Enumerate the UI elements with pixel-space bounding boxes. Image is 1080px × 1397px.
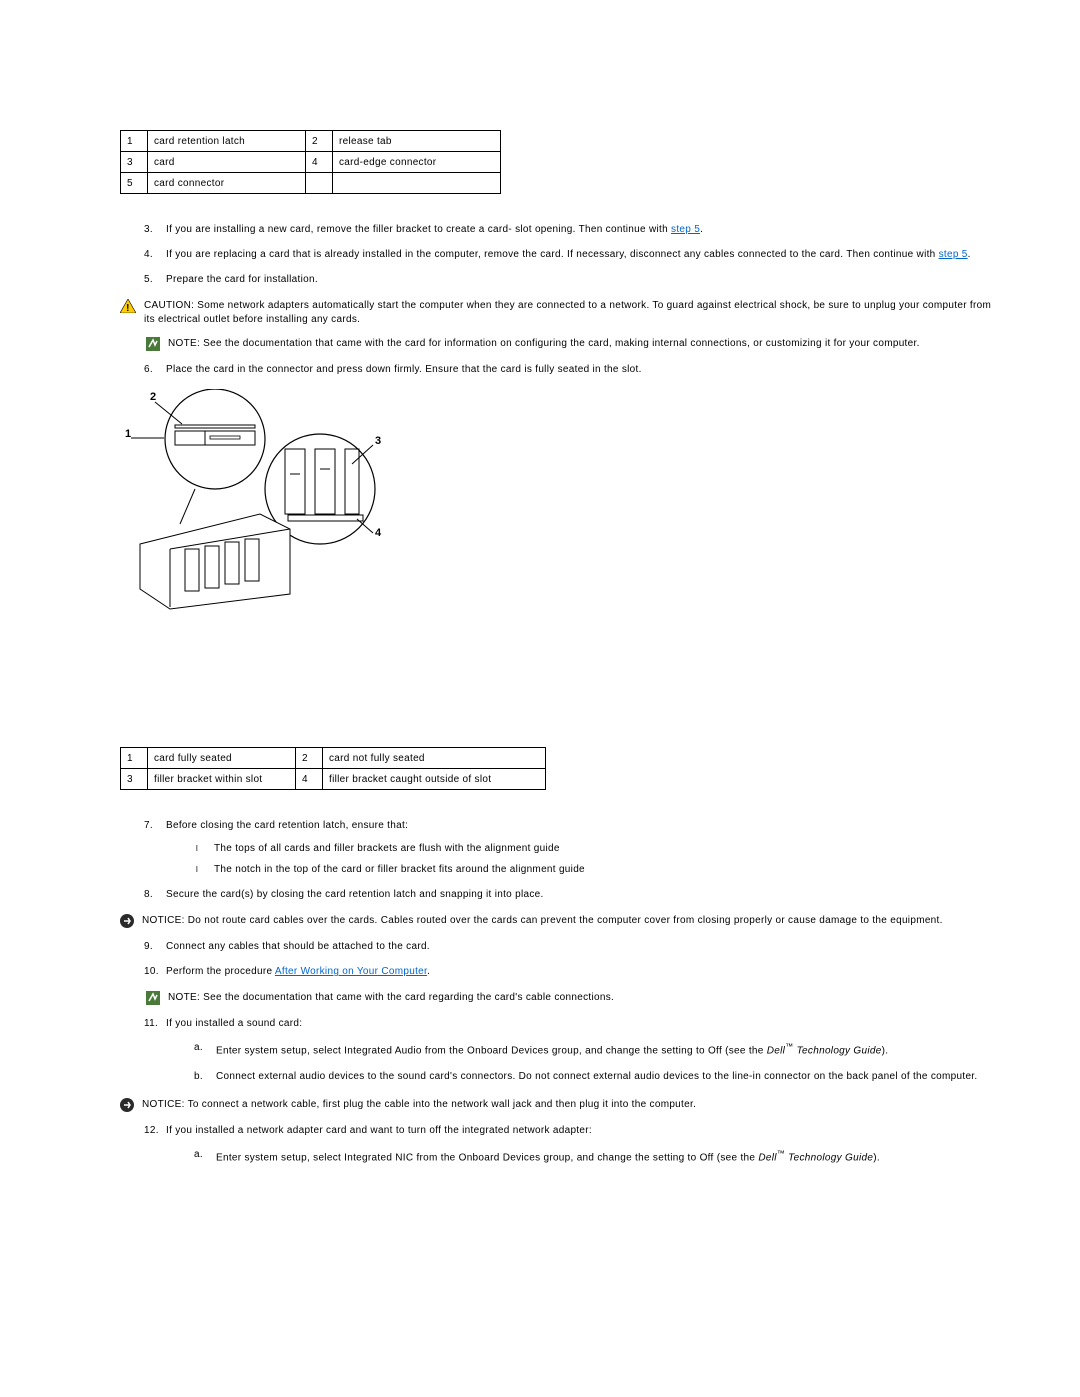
link-step5[interactable]: step 5 — [939, 249, 968, 260]
notice-label: NOTICE: — [142, 915, 185, 926]
card-seating-figure: 2 1 3 4 — [120, 389, 1020, 617]
cell: card-edge connector — [333, 152, 501, 173]
note-icon — [146, 991, 160, 1008]
step-text: If you installed a network adapter card … — [166, 1125, 592, 1136]
step-text: . — [427, 966, 430, 977]
steps-list-e: If you installed a sound card: Enter sys… — [120, 1018, 1020, 1084]
step-4: If you are replacing a card that is alre… — [144, 249, 1020, 260]
step-11: If you installed a sound card: Enter sys… — [144, 1018, 1020, 1084]
cell: 3 — [121, 152, 148, 173]
cell: card retention latch — [148, 131, 306, 152]
note-label: NOTE: — [168, 992, 200, 1003]
step-5: Prepare the card for installation. — [144, 274, 1020, 285]
step-11b: Connect external audio devices to the so… — [194, 1070, 1020, 1084]
caution-label: CAUTION: — [144, 300, 194, 311]
link-after-working[interactable]: After Working on Your Computer — [275, 966, 427, 977]
fig-label-1: 1 — [125, 428, 131, 440]
cell: filler bracket within slot — [148, 769, 296, 790]
text-italic: Dell — [758, 1153, 776, 1164]
cell: card fully seated — [148, 748, 296, 769]
text: ). — [873, 1153, 880, 1164]
sub-list: The tops of all cards and filler bracket… — [196, 843, 1020, 875]
text-italic: Dell — [767, 1045, 785, 1056]
steps-list-c: Before closing the card retention latch,… — [120, 820, 1020, 900]
step-text: If you are replacing a card that is alre… — [166, 249, 939, 260]
cell: card — [148, 152, 306, 173]
note-callout: NOTE: See the documentation that came wi… — [146, 991, 1000, 1008]
cell: 1 — [121, 748, 148, 769]
step-text: . — [968, 249, 971, 260]
text-italic: Technology Guide — [793, 1045, 881, 1056]
step-text: If you are installing a new card, remove… — [166, 224, 671, 235]
step-12: If you installed a network adapter card … — [144, 1125, 1020, 1165]
note-callout: NOTE: See the documentation that came wi… — [146, 337, 1000, 354]
legend-table-1: 1 card retention latch 2 release tab 3 c… — [120, 130, 501, 194]
caution-icon: ! — [120, 299, 136, 316]
step-6: Place the card in the connector and pres… — [144, 364, 1020, 375]
notice-icon — [120, 1098, 134, 1115]
steps-list-d: Connect any cables that should be attach… — [120, 941, 1020, 977]
notice-callout: NOTICE: To connect a network cable, firs… — [120, 1098, 1000, 1115]
alpha-list: Enter system setup, select Integrated NI… — [194, 1148, 1020, 1165]
cell: 2 — [296, 748, 323, 769]
legend-table-2: 1 card fully seated 2 card not fully sea… — [120, 747, 546, 790]
cell: card connector — [148, 173, 306, 194]
cell: 3 — [121, 769, 148, 790]
steps-list-f: If you installed a network adapter card … — [120, 1125, 1020, 1165]
step-text: . — [700, 224, 703, 235]
step-9: Connect any cables that should be attach… — [144, 941, 1020, 952]
svg-text:!: ! — [126, 303, 130, 313]
cell — [306, 173, 333, 194]
notice-callout: NOTICE: Do not route card cables over th… — [120, 914, 1000, 931]
fig-label-2: 2 — [150, 391, 156, 403]
sub-item: The tops of all cards and filler bracket… — [196, 843, 1020, 854]
step-text: Before closing the card retention latch,… — [166, 820, 408, 831]
note-text: See the documentation that came with the… — [200, 992, 614, 1003]
note-label: NOTE: — [168, 338, 200, 349]
alpha-list: Enter system setup, select Integrated Au… — [194, 1041, 1020, 1084]
step-7: Before closing the card retention latch,… — [144, 820, 1020, 875]
notice-icon — [120, 914, 134, 931]
cell: 4 — [306, 152, 333, 173]
steps-list-a: If you are installing a new card, remove… — [120, 224, 1020, 285]
notice-text: To connect a network cable, first plug t… — [185, 1099, 696, 1110]
step-10: Perform the procedure After Working on Y… — [144, 966, 1020, 977]
notice-label: NOTICE: — [142, 1099, 185, 1110]
cell: 4 — [296, 769, 323, 790]
notice-text: Do not route card cables over the cards.… — [185, 915, 943, 926]
note-text: See the documentation that came with the… — [200, 338, 920, 349]
cell: 5 — [121, 173, 148, 194]
step-11a: Enter system setup, select Integrated Au… — [194, 1041, 1020, 1058]
cell: 1 — [121, 131, 148, 152]
text: ). — [882, 1045, 889, 1056]
text-italic: Technology Guide — [785, 1153, 873, 1164]
cell — [333, 173, 501, 194]
fig-label-4: 4 — [375, 527, 382, 539]
cell: card not fully seated — [323, 748, 546, 769]
caution-text: Some network adapters automatically star… — [144, 300, 991, 325]
link-step5[interactable]: step 5 — [671, 224, 700, 235]
fig-label-3: 3 — [375, 435, 381, 447]
step-8: Secure the card(s) by closing the card r… — [144, 889, 1020, 900]
cell: 2 — [306, 131, 333, 152]
note-icon — [146, 337, 160, 354]
cell: filler bracket caught outside of slot — [323, 769, 546, 790]
cell: release tab — [333, 131, 501, 152]
step-12a: Enter system setup, select Integrated NI… — [194, 1148, 1020, 1165]
caution-callout: ! CAUTION: Some network adapters automat… — [120, 299, 1000, 327]
steps-list-b: Place the card in the connector and pres… — [120, 364, 1020, 375]
sub-item: The notch in the top of the card or fill… — [196, 864, 1020, 875]
step-text: If you installed a sound card: — [166, 1018, 302, 1029]
trademark: ™ — [777, 1149, 785, 1158]
step-3: If you are installing a new card, remove… — [144, 224, 1020, 235]
step-text: Perform the procedure — [166, 966, 275, 977]
text: Enter system setup, select Integrated Au… — [216, 1045, 767, 1056]
text: Enter system setup, select Integrated NI… — [216, 1153, 758, 1164]
